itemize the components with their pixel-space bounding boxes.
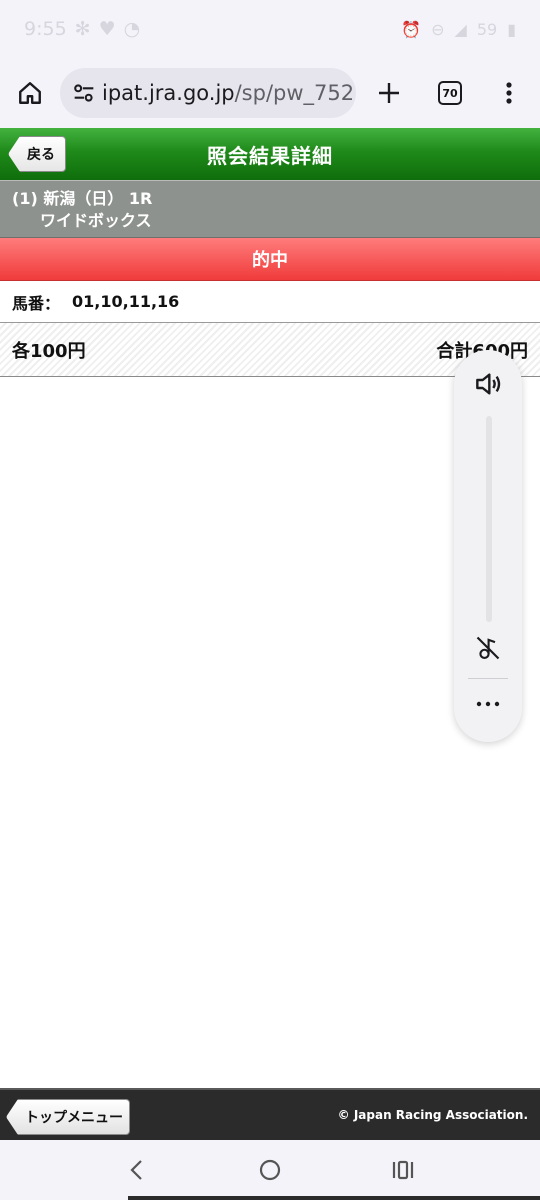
browser-toolbar: ipat.jra.go.jp/sp/pw_752_ 70	[0, 58, 540, 128]
address-bar[interactable]: ipat.jra.go.jp/sp/pw_752_	[60, 68, 356, 118]
volume-divider	[468, 678, 508, 679]
horse-numbers-label: 馬番：	[12, 293, 61, 313]
more-horiz-icon	[476, 701, 500, 707]
volume-more-button[interactable]	[474, 690, 502, 718]
heart-icon: ♥	[98, 18, 116, 40]
volume-panel	[454, 350, 522, 742]
nav-back-button[interactable]	[113, 1146, 161, 1194]
nav-home-button[interactable]	[246, 1146, 294, 1194]
status-left: 9:55 ✻ ♥ ◔	[24, 18, 140, 40]
recents-icon	[393, 1160, 414, 1180]
browser-menu-button[interactable]	[480, 63, 538, 123]
race-venue: (1) 新潟（日） 1R	[12, 189, 153, 208]
battery-level: 59	[476, 19, 498, 39]
tab-count: 70	[438, 81, 462, 105]
status-bar: 9:55 ✻ ♥ ◔ ⏰ ⊖ ◢ 59 ▮	[0, 0, 540, 58]
volume-slider[interactable]	[486, 416, 492, 622]
nav-recents-button[interactable]	[379, 1146, 427, 1194]
signal-icon: ◢	[454, 19, 467, 39]
footer: トップメニュー © Japan Racing Association.	[0, 1088, 540, 1140]
volume-icon[interactable]	[472, 368, 504, 400]
status-right: ⏰ ⊖ ◢ 59 ▮	[401, 20, 516, 39]
music-off-icon[interactable]	[474, 634, 502, 662]
dnd-icon: ⊖	[431, 19, 445, 39]
chevron-left-icon	[130, 1160, 142, 1180]
url-path: /sp/pw_752_	[234, 81, 356, 105]
battery-icon: ▮	[507, 19, 516, 39]
back-button[interactable]: 戻る	[8, 136, 66, 172]
site-settings-icon[interactable]	[70, 79, 98, 107]
gear-icon: ✻	[74, 18, 91, 40]
bet-type: ワイドボックス	[40, 211, 152, 230]
url-host: ipat.jra.go.jp	[102, 81, 235, 105]
top-menu-button[interactable]: トップメニュー	[6, 1099, 130, 1135]
screen: 9:55 ✻ ♥ ◔ ⏰ ⊖ ◢ 59 ▮ ipat.jra.go.jp /sp…	[0, 0, 540, 1200]
messenger-icon: ◔	[123, 18, 141, 40]
horse-numbers-value: 01,10,11,16	[72, 292, 180, 311]
amount-each: 各100円	[12, 340, 86, 362]
horse-numbers-row: 馬番： 01,10,11,16	[0, 281, 540, 323]
home-icon	[19, 82, 41, 104]
alarm-icon: ⏰	[401, 19, 422, 39]
home-button[interactable]	[0, 63, 60, 123]
page-header: 戻る 照会結果詳細	[0, 128, 540, 180]
new-tab-button[interactable]	[358, 63, 420, 123]
tab-switcher-button[interactable]: 70	[420, 63, 480, 123]
system-nav-bar	[0, 1140, 540, 1200]
status-time: 9:55	[24, 18, 67, 40]
result-banner: 的中	[0, 238, 540, 281]
nav-handle	[128, 1196, 540, 1200]
plus-icon	[379, 83, 399, 103]
copyright: © Japan Racing Association.	[337, 1108, 528, 1122]
circle-home-icon	[259, 1159, 281, 1181]
page-title: 照会結果詳細	[207, 143, 333, 168]
race-info: (1) 新潟（日） 1R ワイドボックス	[0, 180, 540, 238]
more-vert-icon	[506, 82, 512, 104]
